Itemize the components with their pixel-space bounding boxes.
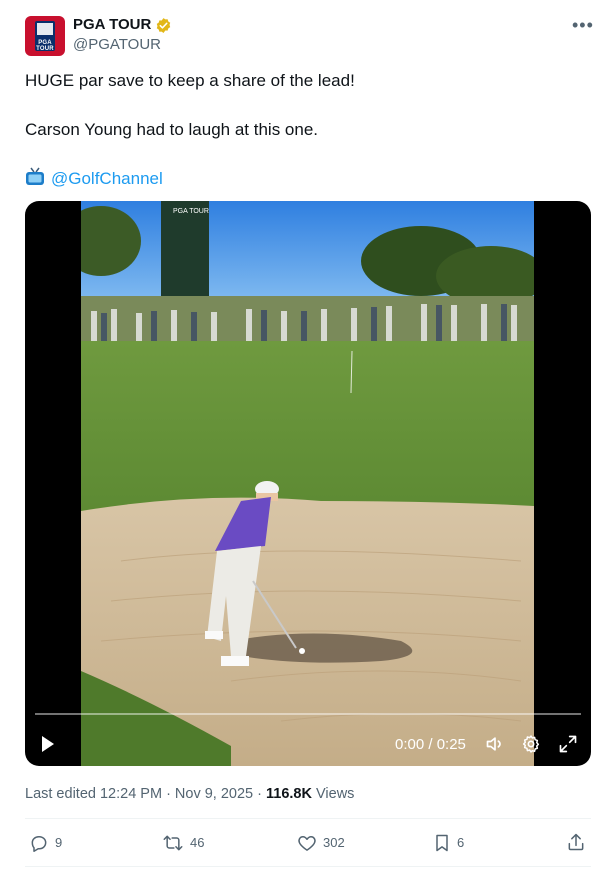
views-count: 116.8K [266, 786, 312, 802]
divider-top [25, 818, 591, 819]
tweet-text-line-1: HUGE par save to keep a share of the lea… [25, 71, 355, 90]
share-button[interactable] [566, 832, 586, 852]
repost-count: 46 [190, 835, 205, 850]
heart-icon [298, 836, 316, 851]
video-time-display: 0:00 / 0:25 [395, 736, 466, 753]
edited-timestamp[interactable]: Last edited 12:24 PM · Nov 9, 2025 · [25, 786, 266, 802]
reply-icon [31, 836, 47, 852]
golfchannel-mention-link[interactable]: @GolfChannel [51, 169, 163, 188]
tv-icon [26, 167, 44, 185]
display-name-text: PGA TOUR [73, 16, 152, 33]
reply-count: 9 [55, 835, 63, 850]
settings-gear-icon[interactable] [521, 734, 541, 754]
repost-button[interactable]: 46 [162, 832, 204, 854]
logo-stripe [37, 23, 53, 35]
source-line: @GolfChannel [25, 167, 163, 190]
like-button[interactable]: 302 [297, 832, 345, 854]
bookmark-button[interactable]: 6 [433, 832, 464, 854]
video-progress-bar[interactable] [35, 713, 581, 715]
like-count: 302 [323, 835, 345, 850]
tweet-meta: Last edited 12:24 PM · Nov 9, 2025 · 116… [25, 785, 354, 803]
divider-bottom [25, 866, 591, 867]
views-label: Views [311, 786, 355, 802]
video-player[interactable]: PGA TOUR 0:00 / 0:25 [25, 201, 591, 766]
display-name[interactable]: PGA TOUR [73, 15, 172, 35]
video-thumbnail-golf-bunker: PGA TOUR [81, 201, 534, 766]
fullscreen-icon[interactable] [558, 734, 578, 754]
bookmark-icon [436, 834, 448, 852]
user-handle[interactable]: @PGATOUR [73, 36, 161, 54]
reply-button[interactable]: 9 [29, 832, 62, 854]
play-icon[interactable] [41, 735, 55, 753]
avatar[interactable]: PGA TOUR [25, 16, 65, 56]
bookmark-count: 6 [457, 835, 465, 850]
scoreboard-text: PGA TOUR [173, 208, 209, 215]
more-options-icon[interactable]: ••• [572, 16, 594, 34]
video-frame: PGA TOUR [81, 201, 534, 766]
share-icon [568, 833, 584, 851]
logo-text: PGA TOUR [36, 40, 54, 52]
repost-icon [163, 835, 183, 851]
verified-badge-icon [157, 17, 171, 33]
volume-icon[interactable] [485, 734, 505, 754]
tweet-text-line-2: Carson Young had to laugh at this one. [25, 120, 319, 139]
